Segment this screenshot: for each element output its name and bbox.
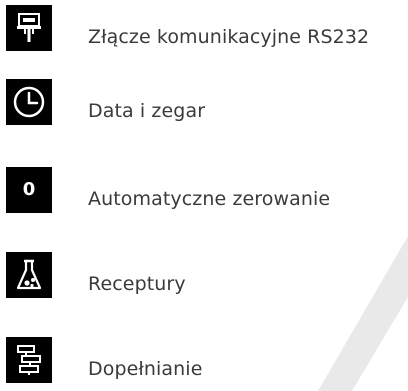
menu-item-label: Dopełnianie xyxy=(88,358,203,380)
menu-item-filling[interactable]: Dopełnianie xyxy=(6,336,406,384)
menu-item-date-clock[interactable]: Data i zegar xyxy=(6,78,406,126)
menu-item-label: Złącze komunikacyjne RS232 xyxy=(88,26,370,48)
menu-item-label: Receptury xyxy=(88,273,186,295)
settings-menu: Złącze komunikacyjne RS232 Data i zegar … xyxy=(0,0,408,391)
rs232-connector-icon xyxy=(6,5,52,51)
clock-icon xyxy=(6,79,52,125)
menu-item-recipes[interactable]: Receptury xyxy=(6,251,406,299)
zero-icon: 0 xyxy=(6,167,52,213)
menu-item-rs232[interactable]: Złącze komunikacyjne RS232 xyxy=(6,4,406,52)
zero-glyph: 0 xyxy=(22,179,36,200)
flask-icon xyxy=(6,252,52,298)
menu-item-label: Automatyczne zerowanie xyxy=(88,188,331,210)
menu-item-auto-zero[interactable]: 0 Automatyczne zerowanie xyxy=(6,166,406,214)
menu-item-label: Data i zegar xyxy=(88,100,206,122)
filling-icon xyxy=(6,337,52,383)
